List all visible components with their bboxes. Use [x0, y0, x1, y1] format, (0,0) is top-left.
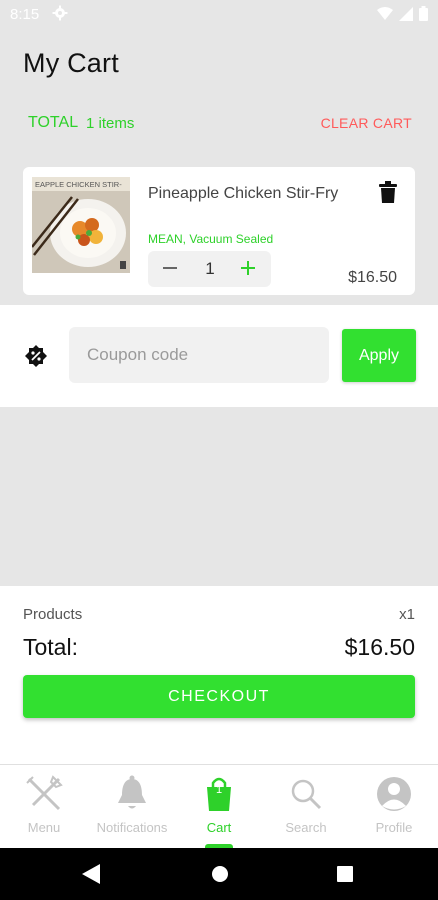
product-variant: MEAN, Vacuum Sealed	[148, 232, 274, 246]
nav-item-profile[interactable]: Profile	[350, 775, 438, 835]
wifi-icon	[377, 6, 393, 20]
product-image[interactable]: EAPPLE CHICKEN STIR-	[32, 177, 130, 273]
fork-knife-icon	[26, 775, 63, 811]
status-time: 8:15	[10, 6, 40, 23]
home-icon[interactable]	[211, 865, 229, 883]
page-title: My Cart	[23, 48, 119, 78]
checkout-button[interactable]: CHECKOUT	[23, 675, 415, 718]
increase-quantity-icon[interactable]	[236, 256, 260, 280]
cart-badge-count: 1	[216, 784, 222, 796]
quantity-stepper: 1	[148, 251, 271, 287]
product-photo: EAPPLE CHICKEN STIR-	[32, 177, 130, 273]
total-label: TOTAL	[28, 114, 79, 131]
bell-icon	[118, 775, 146, 809]
products-count: x1	[399, 606, 415, 623]
nav-label-notifications: Notifications	[96, 820, 168, 835]
coupon-code-input[interactable]	[69, 327, 329, 383]
back-icon[interactable]	[82, 864, 100, 884]
system-navigation-bar	[0, 848, 438, 900]
recents-icon[interactable]	[337, 866, 353, 882]
nav-item-menu[interactable]: Menu	[0, 775, 88, 835]
cart-total-row: TOTAL 1 items CLEAR CART	[28, 114, 412, 134]
nav-label-menu: Menu	[27, 820, 61, 835]
cart-item-card: EAPPLE CHICKEN STIR- Pineapple Chicken S…	[23, 167, 415, 295]
decrease-quantity-icon[interactable]	[158, 256, 182, 280]
status-bar: 8:15	[0, 0, 438, 30]
clear-cart-button[interactable]: CLEAR CART	[321, 115, 412, 131]
shopping-bag-icon: 1	[207, 777, 231, 811]
products-label: Products	[23, 606, 83, 623]
nav-label-search: Search	[285, 820, 327, 835]
bottom-nav: Menu Notifications 1 Cart Search Profile	[0, 764, 438, 849]
quantity-value: 1	[205, 259, 215, 278]
nav-item-notifications[interactable]: Notifications	[88, 775, 176, 835]
battery-icon	[419, 6, 428, 21]
items-count: 1 items	[86, 115, 135, 132]
nav-label-cart: Cart	[206, 820, 232, 835]
settings-gear-icon	[52, 5, 68, 21]
product-price: $16.50	[348, 269, 397, 286]
total-text: Total:	[23, 634, 78, 660]
nav-item-cart[interactable]: 1 Cart	[175, 775, 263, 835]
nav-label-profile: Profile	[375, 820, 413, 835]
total-amount: $16.50	[344, 634, 415, 660]
product-name[interactable]: Pineapple Chicken Stir-Fry	[148, 185, 338, 203]
delete-item-icon[interactable]	[379, 181, 397, 203]
profile-icon	[377, 777, 411, 811]
order-summary: Products x1 Total: $16.50 CHECKOUT	[0, 586, 438, 764]
signal-icon	[399, 6, 413, 21]
search-icon	[291, 779, 322, 810]
coupon-panel: Apply	[0, 305, 438, 407]
nav-item-search[interactable]: Search	[262, 775, 350, 835]
product-box-label: EAPPLE CHICKEN STIR-	[35, 180, 122, 189]
discount-badge-icon	[25, 345, 47, 367]
apply-coupon-button[interactable]: Apply	[342, 329, 416, 382]
